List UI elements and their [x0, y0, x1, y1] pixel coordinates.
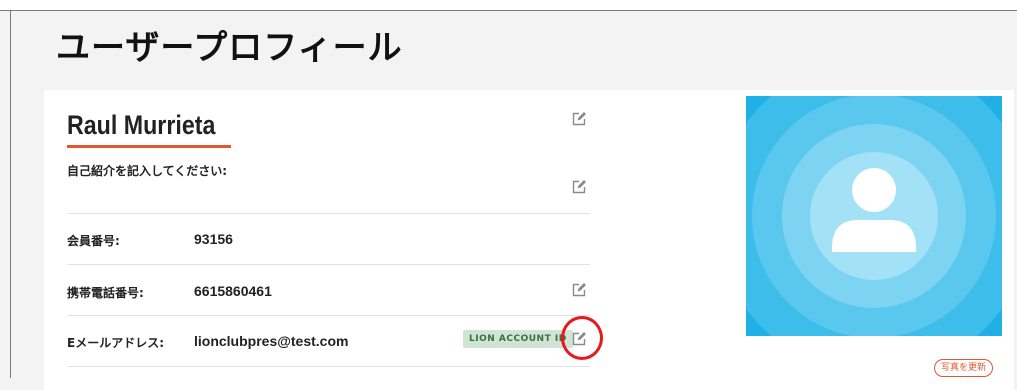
highlight-annotation-circle	[561, 316, 603, 360]
window-left-border	[10, 10, 11, 378]
page-title: ユーザープロフィール	[56, 28, 403, 68]
lion-account-id-badge: LION ACCOUNT ID	[463, 330, 573, 348]
member-number-value: 93156	[194, 231, 233, 247]
profile-name: Raul Murrieta	[67, 110, 216, 140]
name-underline	[67, 145, 231, 148]
edit-bio-icon[interactable]	[571, 179, 587, 195]
update-photo-button[interactable]: 写真を更新	[934, 359, 994, 377]
user-silhouette-icon	[746, 96, 1002, 336]
divider	[67, 366, 590, 367]
email-value: lionclubpres@test.com	[194, 333, 349, 349]
edit-phone-icon[interactable]	[571, 282, 587, 298]
edit-name-icon[interactable]	[571, 111, 587, 127]
member-number-label: 会員番号:	[67, 234, 120, 248]
divider	[67, 213, 590, 214]
mobile-phone-label: 携帯電話番号:	[67, 286, 144, 300]
bio-prompt: 自己紹介を記入してください:	[67, 164, 228, 178]
email-label: Eメールアドレス:	[67, 336, 164, 350]
window-top-bar	[0, 0, 1017, 11]
mobile-phone-value: 6615860461	[194, 283, 272, 299]
profile-photo	[746, 96, 1002, 336]
divider	[67, 315, 590, 316]
divider	[67, 264, 590, 265]
